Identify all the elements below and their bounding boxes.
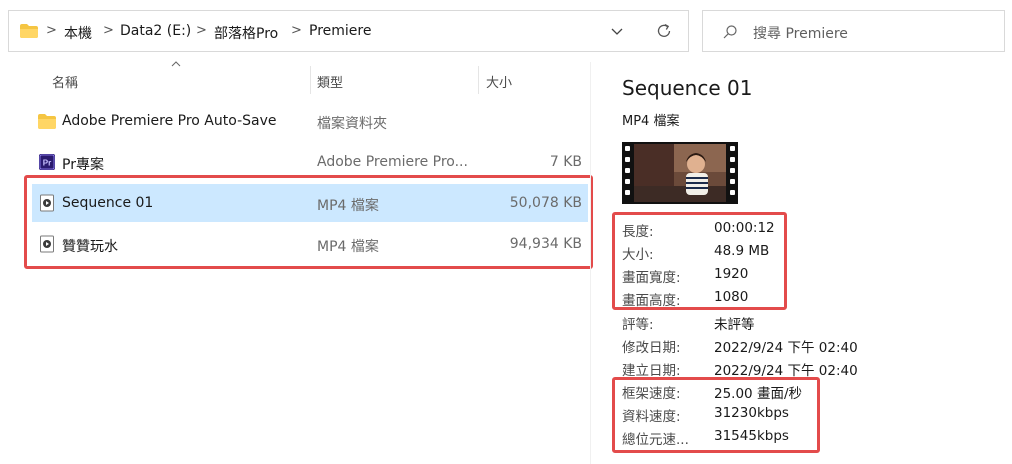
premiere-project-icon: Pr [39,154,55,170]
breadcrumb-blog-pro[interactable]: 部落格Pro [214,23,278,43]
property-value: 2022/9/24 下午 02:40 [714,363,858,379]
file-size: 7 KB [549,154,582,170]
highlight-box-rates [612,377,820,453]
highlight-box-dimensions [612,212,787,310]
breadcrumb-premiere[interactable]: Premiere [309,23,371,39]
sort-ascending-icon [171,61,181,67]
chevron-right-icon[interactable]: > [196,23,207,38]
refresh-icon[interactable] [655,22,673,40]
chevron-down-icon[interactable] [609,23,625,39]
column-header-size[interactable]: 大小 [486,72,512,91]
folder-icon [20,24,38,38]
search-icon [723,25,737,39]
property-value: 2022/9/24 下午 02:40 [714,340,858,356]
file-name: Adobe Premiere Pro Auto-Save [62,113,277,129]
property-rating[interactable]: 評等: 未評等 [622,313,1002,335]
chevron-right-icon: > [46,23,57,38]
address-bar[interactable]: > 本機 > Data2 (E:) > 部落格Pro > Premiere [8,10,689,52]
column-header-name[interactable]: 名稱 [52,72,78,91]
breadcrumb-drive[interactable]: Data2 (E:) [120,23,191,39]
search-box[interactable]: 搜尋 Premiere [702,10,1005,52]
details-file-type: MP4 檔案 [622,114,680,129]
property-label: 修改日期: [622,340,681,356]
column-divider[interactable] [478,66,479,94]
highlight-box-mp4-files [24,175,593,269]
breadcrumb-this-pc[interactable]: 本機 [64,23,92,43]
chevron-right-icon[interactable]: > [103,23,114,38]
property-label: 建立日期: [622,363,681,379]
chevron-right-icon[interactable]: > [291,23,302,38]
svg-text:Pr: Pr [43,159,51,168]
search-placeholder[interactable]: 搜尋 Premiere [753,23,848,43]
file-type: Adobe Premiere Pro... [317,154,468,170]
property-value[interactable]: 未評等 [714,313,755,333]
file-name: Pr專案 [62,157,104,173]
column-header-type[interactable]: 類型 [317,72,343,91]
pane-divider [590,62,591,464]
details-title: Sequence 01 [622,76,753,100]
file-type: 檔案資料夾 [317,116,387,132]
file-row-auto-save-folder[interactable]: Adobe Premiere Pro Auto-Save 檔案資料夾 [32,102,588,140]
video-thumbnail [622,142,738,204]
folder-icon [38,114,56,129]
column-divider[interactable] [310,66,311,94]
property-label: 評等: [622,317,654,333]
property-date-modified: 修改日期: 2022/9/24 下午 02:40 [622,336,1002,358]
